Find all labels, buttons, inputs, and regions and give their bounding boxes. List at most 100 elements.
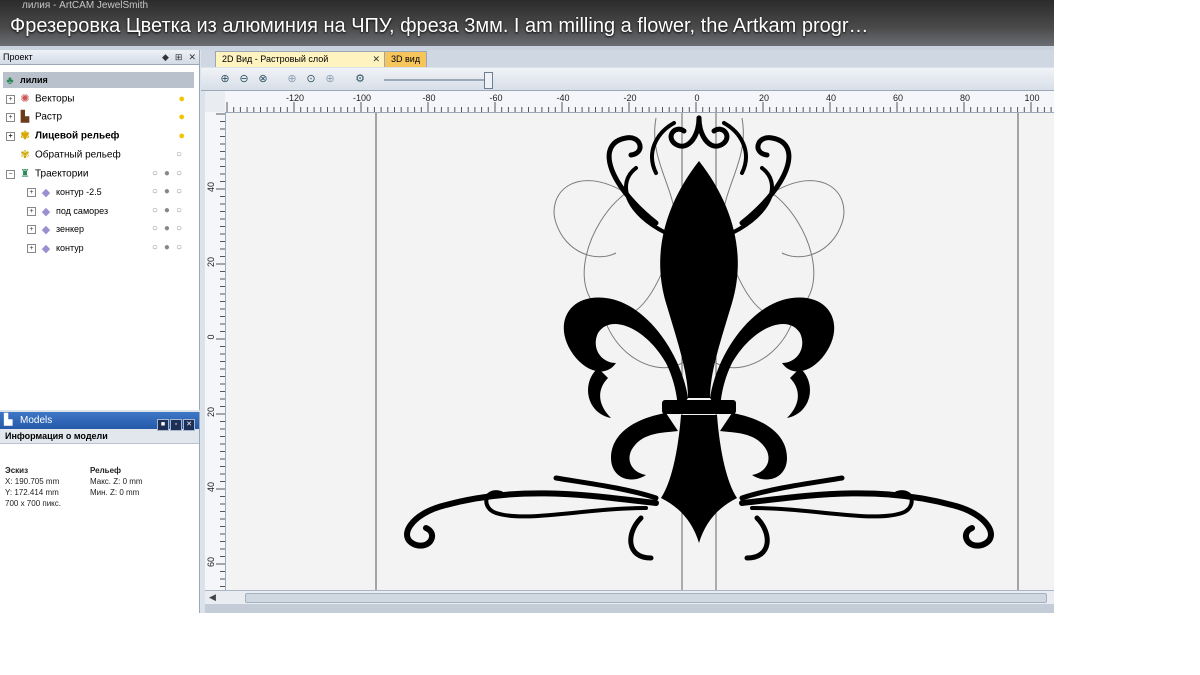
zoom-slider-track[interactable]	[384, 79, 492, 81]
expand-icon[interactable]: +	[6, 94, 15, 104]
ruler-label: 20	[206, 407, 216, 417]
zoom-in-icon[interactable]: ⊕	[218, 72, 232, 86]
app-title: лилия - ArtCAM JewelSmith	[22, 0, 149, 11]
project-panel: Проект ◆ ⊞ ✕ ♣ лилия + ✺ Векторы ● + ▙ Растр ● …	[0, 50, 200, 410]
pin-icon[interactable]: ◆	[162, 52, 169, 62]
tree-item-toolpaths[interactable]: − ♜ Траектории ○●○	[6, 166, 194, 182]
view-area: 2D Вид - Растровый слой ✕ 3D вид ⊕ ⊖ ⊗ ⊕…	[201, 50, 1054, 613]
models-panel: ▙ Models ■ ▫ ✕ Информация о модели Эскиз Р…	[0, 412, 200, 613]
tree-root-row[interactable]: ♣ лилия	[3, 72, 194, 88]
tab-3d-view[interactable]: 3D вид	[384, 51, 428, 67]
toolpath-label: под саморез	[56, 206, 109, 216]
zoom-out-icon[interactable]: ⊖	[237, 72, 251, 86]
toolpath-item[interactable]: + ◆ контур -2.5 ○●○	[27, 184, 194, 200]
video-title-bar: лилия - ArtCAM JewelSmith Фрезеровка Цве…	[0, 0, 1054, 46]
visibility-bulb-icon[interactable]: ●	[178, 128, 185, 144]
toolpath-label: контур	[56, 243, 84, 253]
artcam-window: лилия - ArtCAM JewelSmith Фрезеровка Цве…	[0, 0, 1054, 613]
toolpath-item[interactable]: + ◆ контур ○●○	[27, 240, 194, 256]
close-icon[interactable]: ✕	[183, 419, 195, 431]
toolpath-diamond-icon: ◆	[41, 223, 51, 236]
toolpath-visibility-icons[interactable]: ○●○	[152, 203, 188, 219]
status-strip	[205, 604, 1054, 613]
expand-icon[interactable]: +	[27, 188, 36, 198]
project-panel-header: Проект ◆ ⊞ ✕	[0, 50, 199, 65]
ruler-label: -20	[623, 93, 636, 103]
scroll-left-icon[interactable]: ◀	[209, 591, 216, 604]
view-settings-icon[interactable]: ⚙	[353, 72, 367, 86]
toolpath-diamond-icon: ◆	[41, 242, 51, 255]
scrollbar-thumb[interactable]	[245, 593, 1047, 603]
restore-icon[interactable]: ▫	[170, 419, 182, 431]
tree-item-raster[interactable]: + ▙ Растр ●	[6, 109, 194, 125]
tree-item-back-relief[interactable]: ✾ Обратный рельеф ○	[18, 147, 194, 163]
minimize-icon[interactable]: ■	[157, 419, 169, 431]
ruler-label: 40	[206, 182, 216, 192]
tab-3d-label: 3D вид	[391, 54, 421, 64]
tab-2d-label: 2D Вид - Растровый слой	[222, 54, 329, 64]
video-title[interactable]: Фрезеровка Цветка из алюминия на ЧПУ, фр…	[10, 15, 869, 38]
dock-icon[interactable]: ⊞	[175, 52, 183, 62]
ruler-label: -60	[489, 93, 502, 103]
zoom-selection-icon[interactable]: ⊕	[323, 72, 337, 86]
sketch-heading: Эскиз	[5, 466, 29, 475]
tree-item-vectors[interactable]: + ✺ Векторы ●	[6, 91, 194, 107]
toolpath-item[interactable]: + ◆ под саморез ○●○	[27, 203, 194, 219]
zoom-slider-thumb[interactable]	[483, 72, 493, 89]
tree-item-label: Растр	[35, 111, 63, 123]
tree-item-face-relief[interactable]: + ✾ Лицевой рельеф ●	[6, 128, 194, 144]
expand-icon[interactable]: +	[27, 225, 36, 235]
tree-item-label: Лицевой рельеф	[35, 130, 120, 142]
toolpath-visibility-icons[interactable]: ○●○	[152, 240, 188, 256]
relief-min-z: Мин. Z: 0 mm	[90, 488, 140, 497]
toolpath-diamond-icon: ◆	[41, 205, 51, 218]
sketch-y-value: Y: 172.414 mm	[5, 488, 59, 497]
expand-icon[interactable]: +	[6, 112, 15, 122]
back-relief-icon: ✾	[20, 149, 30, 161]
visibility-bulb-icon[interactable]: ○	[176, 147, 188, 163]
ruler-label: 20	[206, 257, 216, 267]
models-icon: ▙	[4, 414, 13, 426]
expand-icon[interactable]: +	[27, 244, 36, 254]
tree-root-icon: ♣	[6, 74, 14, 87]
tree-item-label: Траектории	[35, 168, 89, 180]
toolpath-visibility-icons[interactable]: ○●○	[152, 221, 188, 237]
ruler-label: -100	[353, 93, 371, 103]
expand-icon[interactable]: +	[27, 207, 36, 217]
ruler-label: 60	[893, 93, 903, 103]
toolpath-visibility-icons[interactable]: ○●○	[152, 184, 188, 200]
ruler-label: 100	[1024, 93, 1039, 103]
zoom-box-icon[interactable]: ⊗	[256, 72, 270, 86]
tree-root-label: лилия	[20, 75, 48, 85]
ruler-label: 80	[960, 93, 970, 103]
view-toolbar: ⊕ ⊖ ⊗ ⊕ ⊙ ⊕ ⚙	[201, 68, 1054, 91]
toolpath-diamond-icon: ◆	[41, 186, 51, 199]
model-info-title: Информация о модели	[5, 431, 108, 441]
zoom-fit-icon[interactable]: ⊙	[304, 72, 318, 86]
ruler-label: 20	[759, 93, 769, 103]
collapse-icon[interactable]: −	[6, 169, 15, 179]
close-icon[interactable]: ✕	[188, 52, 196, 62]
ruler-label: -120	[286, 93, 304, 103]
sketch-size-value: 700 x 700 пикс.	[5, 499, 61, 508]
tab-2d-view[interactable]: 2D Вид - Растровый слой ✕	[215, 51, 385, 67]
vertical-ruler: 40 20 0 20 40 60	[205, 112, 226, 590]
visibility-bulb-icon[interactable]: ●	[178, 91, 185, 107]
tree-item-label: Обратный рельеф	[35, 149, 121, 161]
tree-item-label: Векторы	[35, 93, 75, 105]
ruler-label: -40	[556, 93, 569, 103]
toolpaths-icon: ♜	[20, 168, 30, 180]
relief-icon: ✾	[20, 130, 30, 142]
zoom-prev-icon[interactable]: ⊕	[285, 72, 299, 86]
sketch-x-value: X: 190.705 mm	[5, 477, 60, 486]
visibility-bulb-icon[interactable]: ●	[178, 109, 185, 125]
close-tab-icon[interactable]: ✕	[372, 52, 380, 67]
horizontal-ruler: -120 -100 -80 -60 -40 -20 0 20 40 60 80 100	[225, 91, 1054, 113]
expand-icon[interactable]: +	[6, 131, 15, 141]
horizontal-scrollbar[interactable]: ◀	[205, 590, 1054, 604]
drawing-canvas[interactable]	[226, 113, 1054, 590]
toolpath-item[interactable]: + ◆ зенкер ○●○	[27, 221, 194, 237]
toolpath-visibility-icons[interactable]: ○●○	[152, 166, 188, 182]
fleur-de-lis-drawing	[375, 113, 1019, 590]
toolpath-label: зенкер	[56, 224, 85, 234]
